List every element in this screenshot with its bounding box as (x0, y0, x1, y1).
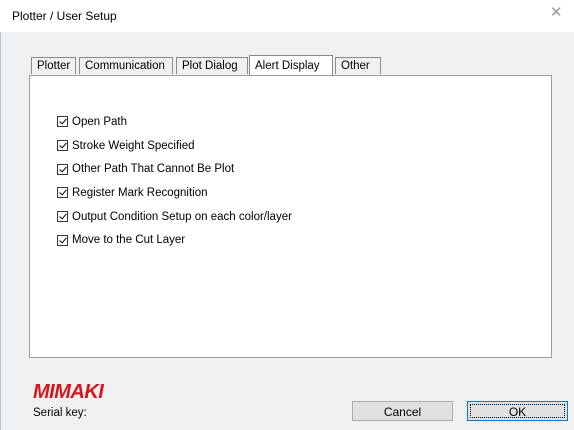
alert-option-stroke-weight[interactable]: Stroke Weight Specified (57, 134, 292, 158)
option-label: Output Condition Setup on each color/lay… (72, 210, 292, 223)
checkbox-checked-icon[interactable] (57, 163, 68, 175)
checkbox-checked-icon[interactable] (57, 234, 68, 246)
alert-option-move-cut-layer[interactable]: Move to the Cut Layer (57, 228, 292, 252)
title-bar: Plotter / User Setup ✕ (0, 0, 574, 32)
tab-plot-dialog[interactable]: Plot Dialog (176, 57, 248, 74)
option-label: Move to the Cut Layer (72, 234, 186, 247)
option-label: Register Mark Recognition (72, 186, 208, 199)
tab-strip: Plotter Communication Plot Dialog Alert … (31, 55, 551, 75)
alert-option-other-path[interactable]: Other Path That Cannot Be Plot (57, 157, 292, 181)
checkbox-checked-icon[interactable] (57, 187, 68, 199)
window-border (0, 32, 1, 430)
tab-communication[interactable]: Communication (79, 57, 173, 74)
alert-option-register-mark[interactable]: Register Mark Recognition (57, 181, 292, 205)
option-label: Open Path (72, 115, 127, 128)
option-label: Stroke Weight Specified (72, 139, 195, 152)
alert-options-list: Open Path Stroke Weight Specified Other … (57, 110, 292, 252)
tab-alert-display[interactable]: Alert Display (249, 55, 333, 75)
serial-key-label: Serial key: (33, 407, 87, 419)
mimaki-logo: MIMAKI (33, 381, 104, 403)
cancel-button[interactable]: Cancel (352, 401, 453, 421)
checkbox-checked-icon[interactable] (57, 211, 68, 223)
alert-option-open-path[interactable]: Open Path (57, 110, 292, 134)
checkbox-checked-icon[interactable] (57, 116, 68, 128)
option-label: Other Path That Cannot Be Plot (72, 163, 235, 176)
close-icon[interactable]: ✕ (550, 5, 564, 20)
ok-button[interactable]: OK (467, 401, 568, 421)
tab-plotter[interactable]: Plotter (31, 57, 76, 74)
checkbox-checked-icon[interactable] (57, 140, 68, 152)
plotter-user-setup-dialog: Plotter / User Setup ✕ Plotter Communica… (0, 0, 574, 430)
alert-option-output-condition[interactable]: Output Condition Setup on each color/lay… (57, 205, 292, 229)
window-title: Plotter / User Setup (12, 9, 117, 23)
tab-other[interactable]: Other (335, 57, 381, 74)
